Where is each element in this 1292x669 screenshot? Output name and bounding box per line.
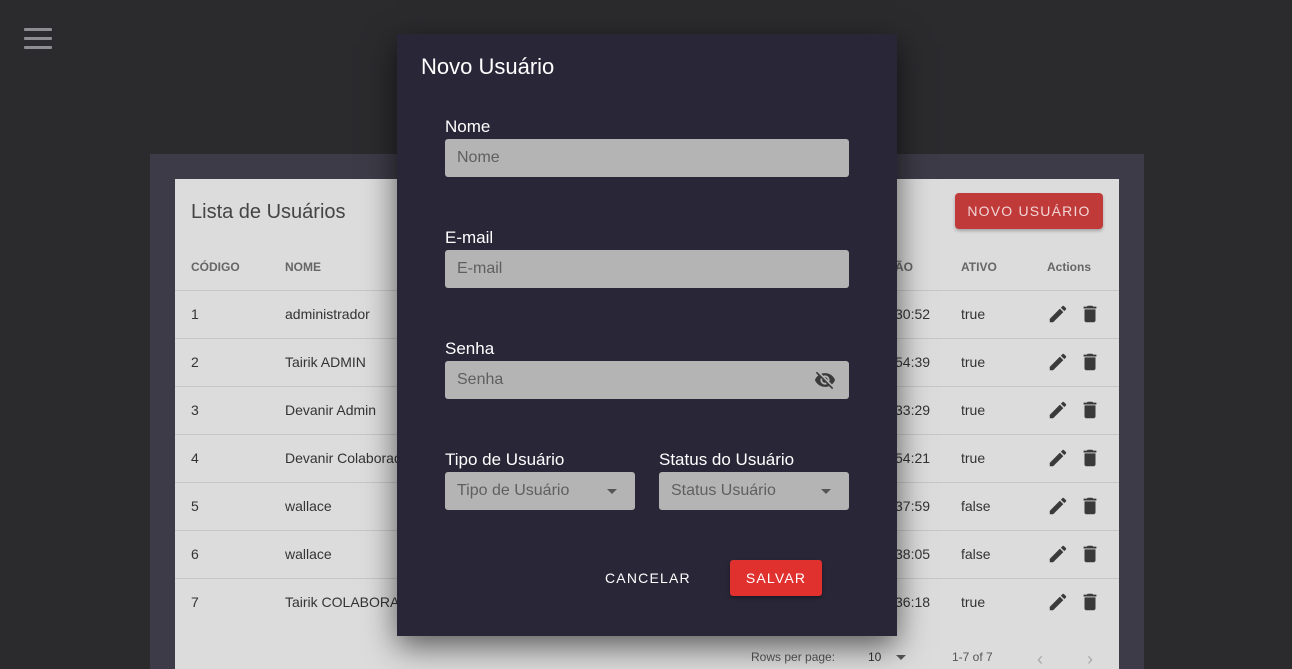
save-button[interactable]: SALVAR: [730, 560, 822, 596]
cell-nome: wallace: [285, 546, 332, 562]
cell-ativo: false: [961, 498, 991, 514]
chevron-left-icon[interactable]: ‹: [1037, 649, 1043, 669]
cell-nome: Tairik COLABORA: [285, 594, 400, 610]
cell-codigo: 6: [191, 546, 199, 562]
trash-icon[interactable]: [1079, 543, 1101, 565]
pencil-icon[interactable]: [1047, 351, 1069, 373]
cell-nome: administrador: [285, 306, 370, 322]
pencil-icon[interactable]: [1047, 399, 1069, 421]
tipo-label: Tipo de Usuário: [445, 450, 565, 469]
cell-partial: 33:29: [895, 402, 931, 418]
cancel-button[interactable]: CANCELAR: [593, 560, 703, 596]
rows-per-page-caret-icon[interactable]: [896, 655, 906, 660]
card-title: Lista de Usuários: [191, 201, 346, 223]
pencil-icon[interactable]: [1047, 495, 1069, 517]
cell-nome: Devanir Admin: [285, 402, 377, 418]
rows-per-page-select[interactable]: 10: [868, 650, 881, 664]
cell-nome: Devanir Colaborad: [285, 450, 402, 466]
chevron-down-icon: [821, 489, 831, 494]
cell-ativo: false: [961, 546, 991, 562]
cell-ativo: true: [961, 402, 986, 418]
chevron-down-icon: [607, 489, 617, 494]
senha-input[interactable]: [445, 361, 849, 399]
tipo-select[interactable]: Tipo de Usuário: [445, 472, 635, 510]
status-label: Status do Usuário: [659, 450, 795, 469]
status-select-value: Status Usuário: [671, 482, 776, 499]
new-user-dialog: Novo Usuário Nome E-mail Senha Tipo de U…: [397, 34, 897, 636]
trash-icon[interactable]: [1079, 399, 1101, 421]
header-nome[interactable]: NOME: [285, 260, 321, 274]
cell-partial: 38:05: [895, 546, 931, 562]
cell-partial: 36:18: [895, 594, 931, 610]
header-actions: Actions: [1047, 260, 1092, 274]
cell-codigo: 4: [191, 450, 199, 466]
cell-ativo: true: [961, 450, 986, 466]
cell-ativo: true: [961, 306, 986, 322]
trash-icon[interactable]: [1079, 303, 1101, 325]
email-label: E-mail: [445, 228, 494, 247]
pencil-icon[interactable]: [1047, 303, 1069, 325]
pencil-icon[interactable]: [1047, 447, 1069, 469]
dialog-title: Novo Usuário: [421, 54, 555, 79]
senha-label: Senha: [445, 339, 495, 358]
cell-partial: 30:52: [895, 306, 931, 322]
cell-nome: wallace: [285, 498, 332, 514]
status-select[interactable]: Status Usuário: [659, 472, 849, 510]
header-partial[interactable]: ÃO: [895, 260, 913, 274]
trash-icon[interactable]: [1079, 495, 1101, 517]
tipo-select-value: Tipo de Usuário: [457, 482, 570, 499]
cell-partial: 54:39: [895, 354, 931, 370]
menu-icon[interactable]: [22, 26, 54, 52]
cell-codigo: 1: [191, 306, 199, 322]
header-ativo[interactable]: ATIVO: [961, 260, 997, 274]
chevron-right-icon[interactable]: ›: [1087, 649, 1093, 669]
email-input[interactable]: [445, 250, 849, 288]
senha-field-box: [445, 361, 849, 399]
cell-nome: Tairik ADMIN: [285, 354, 366, 370]
trash-icon[interactable]: [1079, 447, 1101, 469]
nome-input[interactable]: [445, 139, 849, 177]
trash-icon[interactable]: [1079, 591, 1101, 613]
cell-partial: 37:59: [895, 498, 931, 514]
pagination-range: 1-7 of 7: [952, 650, 993, 664]
trash-icon[interactable]: [1079, 351, 1101, 373]
nome-field-box: [445, 139, 849, 177]
header-codigo[interactable]: CÓDIGO: [191, 260, 240, 274]
eye-off-icon[interactable]: [813, 369, 837, 391]
pencil-icon[interactable]: [1047, 591, 1069, 613]
email-field-box: [445, 250, 849, 288]
cell-partial: 54:21: [895, 450, 931, 466]
new-user-button[interactable]: NOVO USUÁRIO: [955, 193, 1103, 229]
cell-codigo: 5: [191, 498, 199, 514]
cell-codigo: 2: [191, 354, 199, 370]
nome-label: Nome: [445, 117, 491, 136]
rows-per-page-label: Rows per page:: [751, 650, 836, 664]
pencil-icon[interactable]: [1047, 543, 1069, 565]
cell-ativo: true: [961, 594, 986, 610]
cell-codigo: 3: [191, 402, 199, 418]
cell-codigo: 7: [191, 594, 199, 610]
cell-ativo: true: [961, 354, 986, 370]
